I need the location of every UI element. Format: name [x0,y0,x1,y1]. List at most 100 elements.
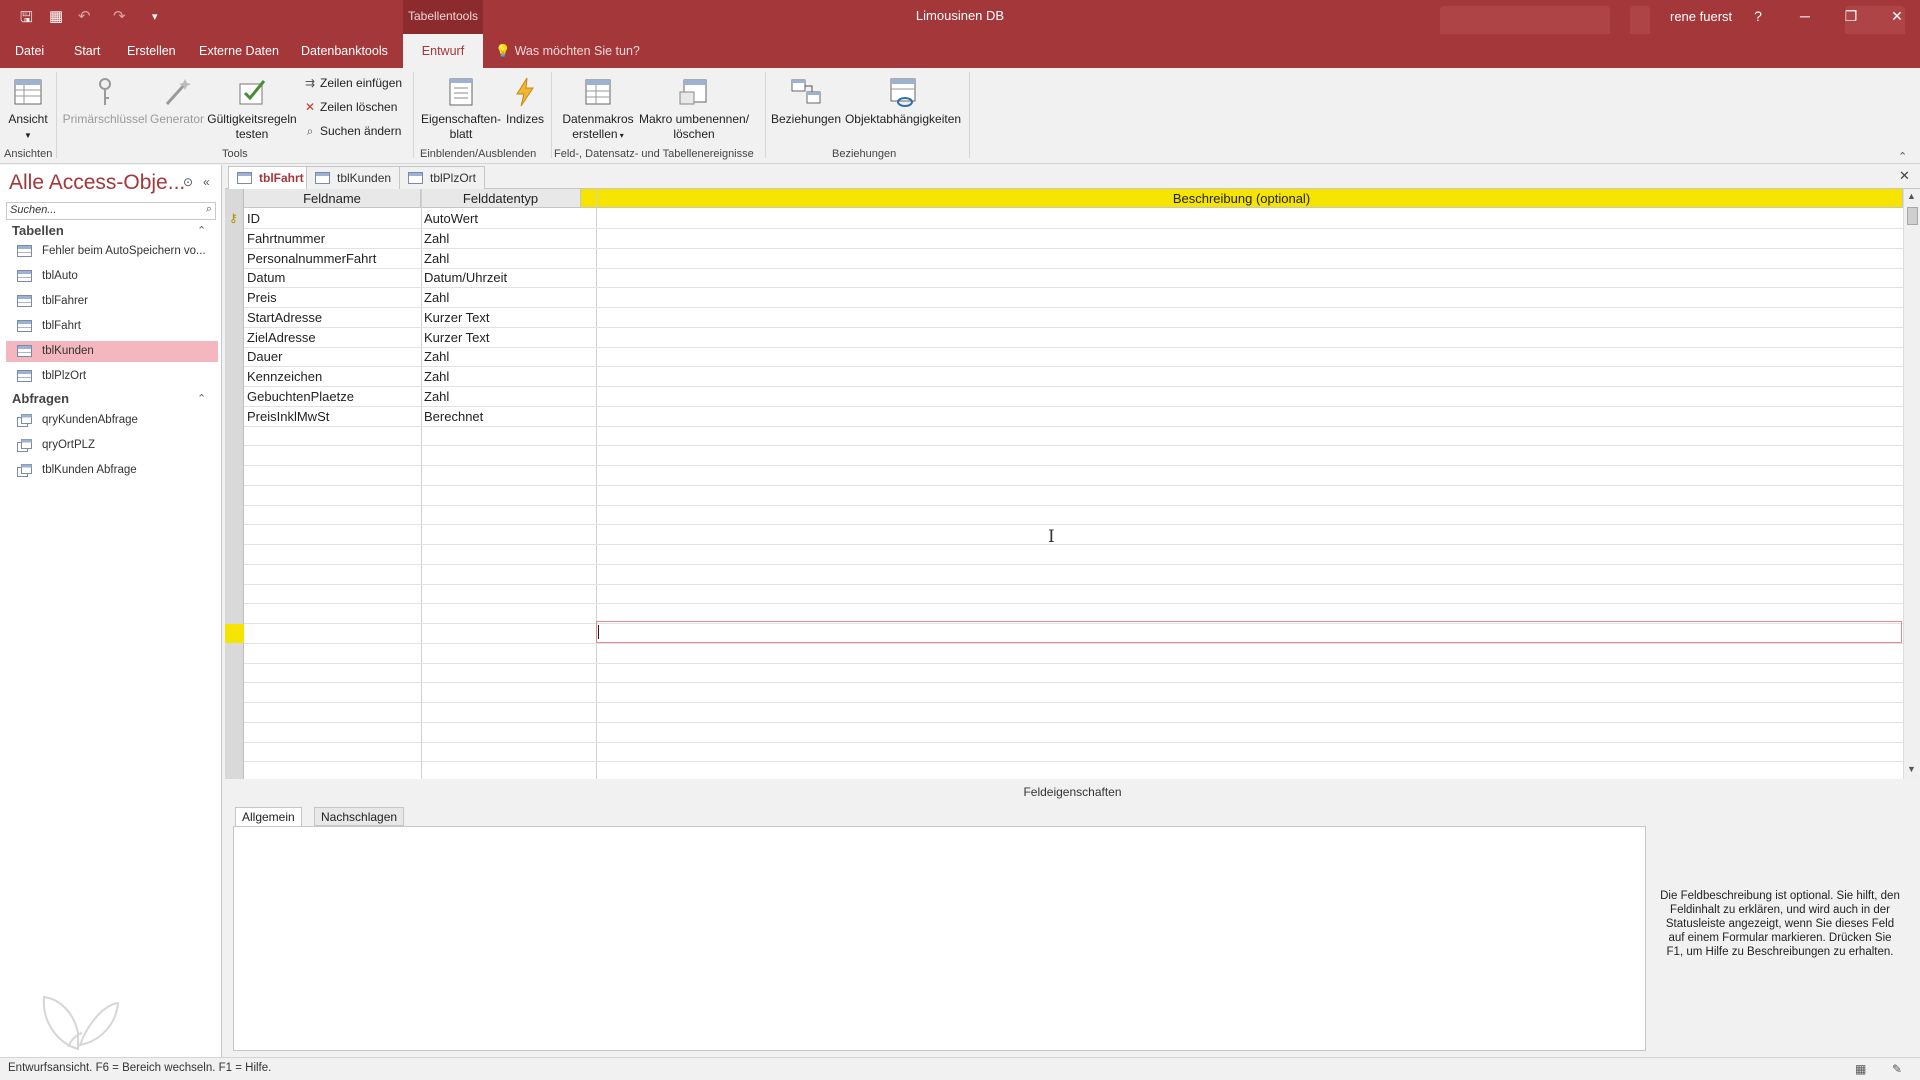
generator-button[interactable]: Generator [148,76,206,127]
collapse-group-icon[interactable]: ⌃ [197,392,206,405]
nav-item-query[interactable]: qryKundenAbfrage [6,410,218,431]
nav-group-abfragen[interactable]: Abfragen [12,391,69,406]
field-type-cell[interactable]: Datum/Uhrzeit [421,268,580,288]
field-name-cell[interactable]: ID [244,209,420,229]
primaerschluessel-button[interactable]: Primärschlüssel [62,76,148,127]
field-row[interactable]: PreisInklMwSt Berechnet [244,407,1903,427]
field-row[interactable] [244,565,1903,585]
field-name-cell[interactable]: StartAdresse [244,308,420,328]
row-selector[interactable] [225,347,244,366]
zeilen-einfuegen-button[interactable]: ⇉ Zeilen einfügen [303,75,402,91]
search-icon[interactable]: ⌕ [206,203,212,216]
doc-tab-tblplzort[interactable]: tblPlzOrt [399,166,486,189]
doc-tab-tblfahrt[interactable]: tblFahrt [228,166,313,189]
field-row[interactable] [244,426,1903,446]
ansicht-button[interactable]: Ansicht ▼ [6,76,50,143]
field-name-cell[interactable]: Dauer [244,347,420,367]
tab-erstellen[interactable]: Erstellen [120,34,183,68]
row-selector[interactable] [225,229,244,248]
help-button[interactable]: ? [1738,0,1778,32]
field-type-cell[interactable]: Zahl [421,288,580,308]
nav-group-tabellen[interactable]: Tabellen [12,223,64,238]
row-selector[interactable] [225,604,244,623]
user-name[interactable]: rene fuerst [1670,0,1732,33]
datenmakros-button[interactable]: Datenmakros erstellen ▾ [556,76,640,143]
description-input-active[interactable] [596,621,1902,643]
row-selector[interactable] [225,742,244,761]
row-selector[interactable] [225,387,244,406]
field-row[interactable]: StartAdresse Kurzer Text [244,308,1903,328]
collapse-ribbon-icon[interactable]: ⌃ [1898,150,1907,163]
nav-item-query[interactable]: tblKunden Abfrage [6,460,218,481]
row-selector[interactable] [225,663,244,682]
field-type-cell[interactable]: Zahl [421,367,580,387]
row-selector[interactable] [225,288,244,307]
field-name-cell[interactable]: Kennzeichen [244,367,420,387]
row-selector[interactable] [225,328,244,347]
field-row[interactable] [244,663,1903,683]
field-row[interactable] [244,545,1903,565]
field-row[interactable] [244,466,1903,486]
field-name-cell[interactable]: PersonalnummerFahrt [244,249,420,269]
field-type-cell[interactable]: Kurzer Text [421,328,580,348]
field-name-cell[interactable]: PreisInklMwSt [244,407,420,427]
scroll-down-icon[interactable]: ▼ [1907,764,1916,774]
nav-item-table-selected[interactable]: tblKunden [6,341,218,362]
row-selector[interactable] [225,426,244,445]
tab-allgemein[interactable]: Allgemein [235,807,302,826]
field-type-cell[interactable]: Zahl [421,387,580,407]
field-row[interactable] [244,723,1903,743]
row-selector[interactable] [225,446,244,465]
field-row[interactable] [244,644,1903,664]
row-selector[interactable] [225,308,244,327]
row-selector[interactable] [225,723,244,742]
row-selector[interactable] [225,703,244,722]
restore-button[interactable]: ❐ [1831,0,1871,32]
nav-menu-icon[interactable]: ⊙ [183,175,193,189]
nav-item-table[interactable]: tblPlzOrt [6,366,218,387]
field-row[interactable] [244,584,1903,604]
tab-nachschlagen[interactable]: Nachschlagen [314,807,405,826]
suchen-aendern-button[interactable]: ⌕ Suchen ändern [303,123,402,139]
field-row[interactable]: Fahrtnummer Zahl [244,229,1903,249]
gueltigkeitsregeln-button[interactable]: Gültigkeitsregeln testen [206,76,298,142]
nav-item-table[interactable]: tblFahrer [6,291,218,312]
nav-item-table[interactable]: tblFahrt [6,316,218,337]
tell-me-box[interactable]: 💡 Was möchten Sie tun? [495,34,640,68]
row-selector[interactable] [225,683,244,702]
nav-pane-title[interactable]: Alle Access-Obje... [9,171,185,195]
row-selector[interactable] [225,545,244,564]
row-selector[interactable] [225,525,244,544]
field-type-cell[interactable]: Zahl [421,229,580,249]
field-type-cell[interactable]: Kurzer Text [421,308,580,328]
tab-start[interactable]: Start [67,34,107,68]
nav-item-table[interactable]: tblAuto [6,266,218,287]
tab-datenbanktools[interactable]: Datenbanktools [294,34,395,68]
nav-item-table[interactable]: Fehler beim AutoSpeichern vo... [6,241,218,262]
datasheet-view-icon[interactable]: ▦ [1855,1062,1869,1076]
tab-entwurf[interactable]: Entwurf [403,34,483,68]
row-selector[interactable] [225,565,244,584]
row-selector[interactable] [225,486,244,505]
indizes-button[interactable]: Indizes [504,76,546,127]
close-button[interactable]: ✕ [1877,0,1917,32]
eigenschaftenblatt-button[interactable]: Eigenschaften-blatt [418,76,504,142]
close-document-icon[interactable]: ✕ [1899,168,1910,184]
field-name-cell[interactable]: Fahrtnummer [244,229,420,249]
field-row[interactable] [244,525,1903,545]
field-row[interactable]: GebuchtenPlaetze Zahl [244,387,1903,407]
row-selector[interactable] [225,249,244,268]
tab-datei[interactable]: Datei [8,34,51,68]
vertical-scrollbar[interactable]: ▲ ▼ [1903,189,1920,779]
field-name-cell[interactable]: GebuchtenPlaetze [244,387,420,407]
beziehungen-button[interactable]: Beziehungen [769,76,843,127]
row-selector[interactable] [225,466,244,485]
row-selector[interactable] [225,644,244,663]
field-name-cell[interactable]: Datum [244,268,420,288]
nav-search-input[interactable]: Suchen... ⌕ [6,202,216,220]
row-selector[interactable] [225,584,244,603]
row-selector[interactable] [225,407,244,426]
doc-tab-tblkunden[interactable]: tblKunden [306,166,401,189]
field-row[interactable]: Datum Datum/Uhrzeit [244,268,1903,288]
field-name-cell[interactable]: ZielAdresse [244,328,420,348]
